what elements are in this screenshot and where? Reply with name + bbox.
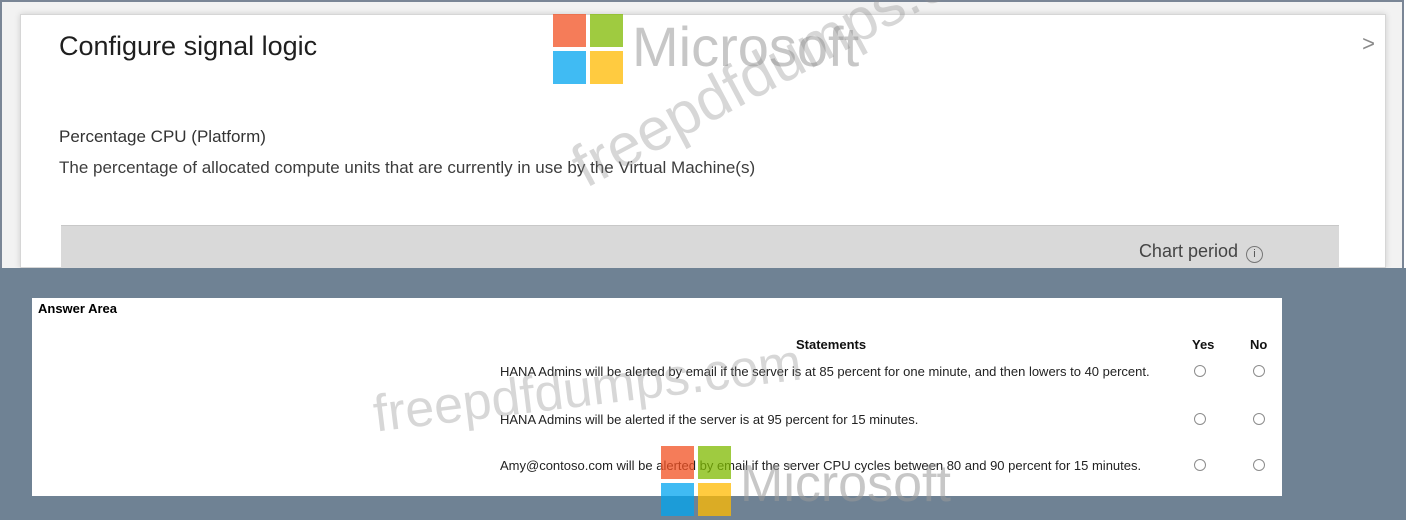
yes-header: Yes <box>1192 337 1215 352</box>
yes-radio-3[interactable] <box>1194 459 1206 471</box>
yes-radio-2[interactable] <box>1194 413 1206 425</box>
blade-title: Configure signal logic <box>59 31 318 61</box>
chart-period[interactable]: Chart period i <box>1139 241 1263 263</box>
microsoft-wordmark-watermark-bottom: Microsoft <box>740 455 951 513</box>
answer-area-title: Answer Area <box>38 301 117 316</box>
no-radio-3[interactable] <box>1253 459 1265 471</box>
yes-radio-1[interactable] <box>1194 365 1206 377</box>
no-radio-2[interactable] <box>1253 413 1265 425</box>
metric-name: Percentage CPU (Platform) <box>59 127 266 146</box>
no-radio-1[interactable] <box>1253 365 1265 377</box>
statements-header: Statements <box>796 337 867 352</box>
chart-period-label: Chart period <box>1138 241 1238 261</box>
info-icon[interactable]: i <box>1246 246 1263 263</box>
chevron-right-icon[interactable]: > <box>1362 31 1375 57</box>
no-header: No <box>1250 337 1268 352</box>
